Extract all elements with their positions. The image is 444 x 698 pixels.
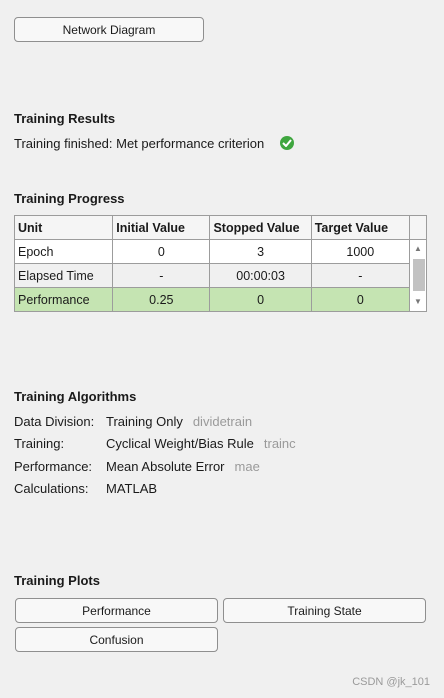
training-results-title: Training Results	[14, 111, 116, 126]
algorithm-function: dividetrain	[192, 414, 253, 429]
cell-initial: 0	[112, 239, 211, 264]
algorithm-function: mae	[234, 459, 260, 474]
cell-stopped: 0	[209, 287, 312, 312]
confusion-plot-button[interactable]: Confusion	[15, 627, 218, 652]
algorithm-value-text: Cyclical Weight/Bias Rule	[106, 436, 254, 451]
training-plots-title: Training Plots	[14, 573, 100, 588]
table-header-row: Unit Initial Value Stopped Value Target …	[13, 215, 428, 240]
training-progress-title: Training Progress	[14, 191, 125, 206]
algorithm-value-text: Training Only	[106, 414, 183, 429]
algorithm-value: Training Only dividetrain	[106, 414, 252, 429]
vertical-scrollbar[interactable]: ▲ ▼	[408, 239, 428, 312]
training-progress-table: Unit Initial Value Stopped Value Target …	[13, 215, 428, 312]
cell-stopped: 00:00:03	[209, 263, 312, 288]
watermark: CSDN @jk_101	[352, 676, 430, 688]
training-algorithms-title: Training Algorithms	[14, 389, 137, 404]
cell-unit: Performance	[13, 287, 114, 312]
cell-target: 1000	[310, 239, 410, 264]
column-header-target-value[interactable]: Target Value	[310, 215, 410, 240]
training-status-text: Training finished: Met performance crite…	[14, 136, 265, 151]
cell-target: 0	[310, 287, 410, 312]
column-header-unit[interactable]: Unit	[13, 215, 114, 240]
arrow-down-icon[interactable]: ▼	[414, 297, 422, 306]
algorithm-value: Cyclical Weight/Bias Rule trainc	[106, 436, 296, 451]
algorithm-label: Training:	[14, 436, 65, 451]
column-header-stopped-value[interactable]: Stopped Value	[209, 215, 312, 240]
cell-initial: -	[112, 263, 211, 288]
table-row[interactable]: Elapsed Time - 00:00:03 -	[13, 263, 427, 288]
cell-unit: Epoch	[13, 239, 114, 264]
cell-target: -	[310, 263, 410, 288]
scrollbar-thumb[interactable]	[412, 259, 425, 291]
algorithm-function: trainc	[263, 436, 296, 451]
algorithm-value: MATLAB	[106, 481, 157, 496]
algorithm-value-text: Mean Absolute Error	[106, 459, 225, 474]
check-circle-icon	[279, 136, 294, 150]
algorithm-label: Performance:	[14, 459, 93, 474]
arrow-up-icon[interactable]: ▲	[414, 244, 422, 253]
performance-plot-button[interactable]: Performance	[15, 598, 218, 623]
algorithm-label: Calculations:	[14, 481, 89, 496]
header-corner	[408, 215, 428, 240]
table-row-highlighted[interactable]: Performance 0.25 0 0	[13, 287, 427, 312]
training-state-plot-button[interactable]: Training State	[223, 598, 426, 623]
column-header-initial-value[interactable]: Initial Value	[112, 215, 211, 240]
cell-initial: 0.25	[112, 287, 211, 312]
table-row[interactable]: Epoch 0 3 1000 ▲ ▼	[13, 239, 428, 312]
algorithm-value: Mean Absolute Error mae	[106, 459, 260, 474]
algorithm-value-text: MATLAB	[106, 481, 158, 496]
training-status: Training finished: Met performance crite…	[14, 136, 294, 151]
cell-stopped: 3	[209, 239, 312, 264]
network-diagram-button[interactable]: Network Diagram	[14, 17, 204, 42]
algorithm-label: Data Division:	[14, 414, 95, 429]
cell-unit: Elapsed Time	[13, 263, 114, 288]
